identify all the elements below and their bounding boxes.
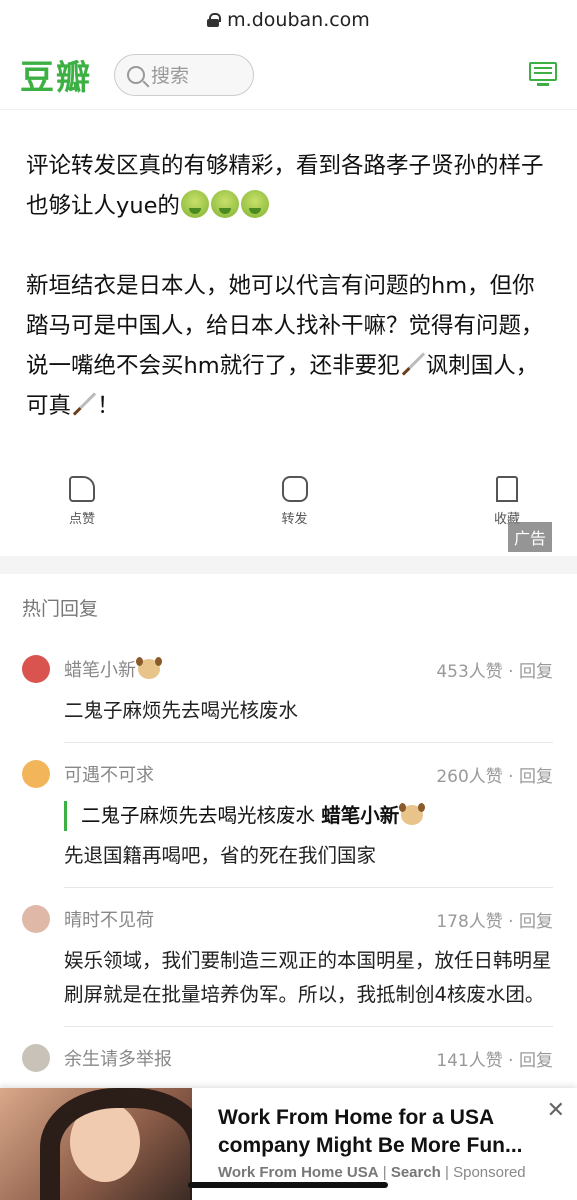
lock-icon [207,13,222,27]
comment-author[interactable]: 可遇不可求 [64,761,436,787]
ad-label: 广告 [507,522,552,552]
post-actions: 点赞 转发 收藏 广告 [0,466,577,556]
url-bar[interactable]: m.douban.com [0,0,577,40]
vomit-emoji-icon [210,190,239,218]
comment-list: 蜡笔小新 453人赞 · 回复 二鬼子麻烦先去喝光核废水 可遇不可求 260人赞… [0,638,577,1132]
avatar[interactable] [22,905,50,933]
comment-meta[interactable]: 260人赞 · 回复 [436,762,553,787]
avatar[interactable] [22,760,50,788]
dog-emoji-icon [399,803,426,825]
like-button[interactable]: 点赞 [52,476,112,556]
comment-meta[interactable]: 178人赞 · 回复 [436,907,553,932]
url-text: m.douban.com [227,9,370,31]
ad-source: Work From Home USA | Search | Sponsored [218,1164,526,1181]
comment-text: 先退国籍再喝吧，省的死在我们国家 [64,831,553,888]
quoted-reply: 二鬼子麻烦先去喝光核废水 蜡笔小新 [64,801,553,831]
avatar[interactable] [22,655,50,683]
comment-author[interactable]: 余生请多举报 [64,1045,436,1071]
dagger-emoji-icon [71,391,97,417]
post-paragraph-2: 新垣结衣是日本人，她可以代言有问题的hm，但你踏马可是中国人，给日本人找补干嘛？… [26,273,544,419]
comment-item: 蜡笔小新 453人赞 · 回复 二鬼子麻烦先去喝光核废水 [0,638,577,743]
comment-meta[interactable]: 453人赞 · 回复 [436,657,553,682]
ad-title[interactable]: Work From Home for a USA company Might B… [218,1104,577,1160]
dog-emoji-icon [136,657,162,679]
search-box[interactable]: 搜索 [114,53,254,96]
section-divider [0,556,577,574]
site-header: 豆瓣 搜索 [0,40,577,110]
app-download-icon[interactable] [529,62,557,86]
close-icon[interactable]: ✕ [547,1098,565,1123]
comment-item: 晴时不见荷 178人赞 · 回复 娱乐领域，我们要制造三观正的本国明星，放任日韩… [0,888,577,1027]
avatar[interactable] [22,1044,50,1072]
comment-item: 可遇不可求 260人赞 · 回复 二鬼子麻烦先去喝光核废水 蜡笔小新 先退国籍再… [0,743,577,888]
vomit-emoji-icon [180,190,209,218]
home-indicator [188,1182,388,1188]
repost-icon [281,476,308,502]
bookmark-icon [496,476,518,502]
thumbs-up-icon [69,476,95,502]
comment-author[interactable]: 晴时不见荷 [64,906,436,932]
comment-author[interactable]: 蜡笔小新 [64,656,436,682]
ad-image[interactable] [0,1088,192,1200]
comment-meta[interactable]: 141人赞 · 回复 [436,1046,553,1071]
vomit-emoji-icon [240,190,269,218]
comment-text: 二鬼子麻烦先去喝光核废水 [64,686,553,743]
share-button[interactable]: 转发 [265,476,325,556]
post-content: 评论转发区真的有够精彩，看到各路孝子贤孙的样子也够让人yue的 新垣结衣是日本人… [0,110,577,426]
comment-text: 娱乐领域，我们要制造三观正的本国明星，放任日韩明星刷屏就是在批量培养伪军。所以，… [64,936,553,1027]
hot-replies-title: 热门回复 [22,598,99,620]
search-icon [127,65,145,84]
post-paragraph-1: 评论转发区真的有够精彩，看到各路孝子贤孙的样子也够让人yue的 [26,153,544,219]
search-placeholder: 搜索 [151,65,190,87]
douban-logo[interactable]: 豆瓣 [20,50,92,99]
dagger-emoji-icon [400,351,426,377]
